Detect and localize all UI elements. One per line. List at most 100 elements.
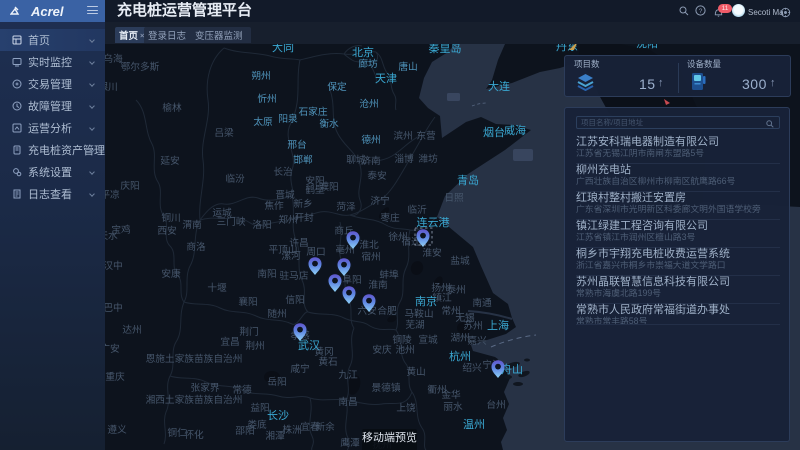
svg-text:银川: 银川 <box>105 80 118 93</box>
svg-text:丽水: 丽水 <box>443 401 463 413</box>
svg-text:巴中: 巴中 <box>105 301 123 314</box>
svg-text:景德镇: 景德镇 <box>371 381 400 394</box>
svg-text:阳泉: 阳泉 <box>278 112 298 125</box>
svg-text:遵义: 遵义 <box>107 423 127 436</box>
svg-text:信阳: 信阳 <box>285 294 304 306</box>
svg-text:黄山: 黄山 <box>406 365 425 378</box>
svg-text:怀化: 怀化 <box>184 428 204 441</box>
svg-text:衡水: 衡水 <box>319 118 339 130</box>
svg-text:商洛: 商洛 <box>186 240 206 253</box>
svg-text:临汾: 临汾 <box>225 172 245 185</box>
svg-text:宿州: 宿州 <box>361 250 380 263</box>
svg-text:保定: 保定 <box>327 80 347 93</box>
svg-text:湘西土家族苗族自治州: 湘西土家族苗族自治州 <box>146 393 243 406</box>
svg-text:濮阳: 濮阳 <box>319 180 338 193</box>
svg-text:黄石: 黄石 <box>318 355 338 368</box>
svg-text:荆州: 荆州 <box>245 339 264 352</box>
svg-text:济宁: 济宁 <box>370 194 390 207</box>
svg-text:宜昌: 宜昌 <box>220 335 239 348</box>
svg-text:泰安: 泰安 <box>367 169 387 182</box>
svg-text:连云港: 连云港 <box>417 216 450 229</box>
svg-text:西安: 西安 <box>157 224 177 237</box>
svg-text:鹰潭: 鹰潭 <box>340 436 360 449</box>
svg-text:咸宁: 咸宁 <box>290 362 310 375</box>
svg-text:烟台: 烟台 <box>483 125 505 139</box>
svg-text:?: ? <box>699 8 703 15</box>
svg-text:石家庄: 石家庄 <box>298 105 327 118</box>
svg-text:鄂尔多斯: 鄂尔多斯 <box>121 60 160 73</box>
svg-text:杭州: 杭州 <box>449 349 471 363</box>
svg-text:长沙: 长沙 <box>267 409 289 422</box>
svg-text:铜仁: 铜仁 <box>167 427 187 439</box>
svg-text:嘉兴: 嘉兴 <box>467 334 487 347</box>
svg-text:株洲: 株洲 <box>282 423 301 436</box>
svg-text:大连: 大连 <box>488 79 510 93</box>
svg-text:张家界: 张家界 <box>190 381 219 394</box>
svg-text:九江: 九江 <box>338 369 358 381</box>
svg-text:日照: 日照 <box>444 192 464 204</box>
svg-text:南阳: 南阳 <box>257 267 276 280</box>
svg-text:芜湖: 芜湖 <box>405 318 424 331</box>
svg-text:南京: 南京 <box>415 294 437 308</box>
svg-text:平凉: 平凉 <box>105 188 120 201</box>
svg-text:枣庄: 枣庄 <box>380 211 400 224</box>
svg-text:襄阳: 襄阳 <box>238 295 257 308</box>
svg-text:广安: 广安 <box>105 342 120 355</box>
svg-text:淮南: 淮南 <box>368 278 388 291</box>
svg-text:唐山: 唐山 <box>398 60 417 73</box>
svg-text:十堰: 十堰 <box>207 281 227 294</box>
svg-text:池州: 池州 <box>395 343 414 356</box>
svg-text:榆林: 榆林 <box>162 101 182 114</box>
svg-text:东营: 东营 <box>416 129 436 142</box>
svg-text:苏州: 苏州 <box>463 319 482 332</box>
svg-text:淮安: 淮安 <box>422 246 442 259</box>
svg-text:朔州: 朔州 <box>251 69 270 82</box>
svg-text:驻马店: 驻马店 <box>279 269 308 282</box>
svg-text:安庆: 安庆 <box>372 343 392 356</box>
svg-text:北京: 北京 <box>352 45 374 59</box>
svg-text:洛阳: 洛阳 <box>252 218 271 231</box>
svg-text:晋城: 晋城 <box>275 189 295 201</box>
svg-text:南昌: 南昌 <box>338 395 357 408</box>
svg-text:庆阳: 庆阳 <box>120 179 139 192</box>
svg-text:上海: 上海 <box>487 318 509 332</box>
svg-text:威海: 威海 <box>504 123 526 137</box>
svg-text:延安: 延安 <box>160 154 180 167</box>
svg-text:南通: 南通 <box>472 296 492 309</box>
svg-text:武汉: 武汉 <box>298 339 320 352</box>
svg-text:马鞍山: 马鞍山 <box>404 307 433 320</box>
svg-text:开封: 开封 <box>294 211 314 224</box>
svg-text:天津: 天津 <box>375 72 397 85</box>
svg-text:三门峡: 三门峡 <box>216 215 245 228</box>
svg-text:衢州: 衢州 <box>427 384 446 396</box>
svg-text:渭南: 渭南 <box>182 218 202 231</box>
svg-text:达州: 达州 <box>122 324 141 336</box>
svg-text:铜川: 铜川 <box>161 212 180 224</box>
svg-text:岳阳: 岳阳 <box>267 376 286 388</box>
svg-text:安康: 安康 <box>161 267 181 280</box>
svg-text:潍坊: 潍坊 <box>418 152 438 165</box>
svg-text:菏泽: 菏泽 <box>336 201 356 213</box>
svg-text:济南: 济南 <box>361 154 381 167</box>
svg-text:上饶: 上饶 <box>396 401 416 414</box>
svg-text:随州: 随州 <box>267 307 286 320</box>
svg-text:盐城: 盐城 <box>450 254 470 267</box>
svg-text:台州: 台州 <box>486 398 505 411</box>
svg-text:沧州: 沧州 <box>359 97 378 110</box>
svg-text:淮北: 淮北 <box>359 239 379 251</box>
svg-text:温州: 温州 <box>463 418 485 431</box>
svg-text:娄底: 娄底 <box>247 418 267 431</box>
svg-text:新乡: 新乡 <box>293 197 312 210</box>
svg-text:吕梁: 吕梁 <box>214 126 234 139</box>
svg-text:重庆: 重庆 <box>105 370 125 383</box>
svg-text:荆门: 荆门 <box>239 325 258 338</box>
svg-text:周口: 周口 <box>306 246 325 258</box>
svg-text:邢台: 邢台 <box>287 138 306 151</box>
svg-text:汉中: 汉中 <box>105 259 123 272</box>
svg-text:滨州: 滨州 <box>393 129 412 142</box>
svg-text:天水: 天水 <box>105 230 118 242</box>
svg-text:恩施土家族苗族自治州: 恩施土家族苗族自治州 <box>146 352 243 365</box>
svg-text:青岛: 青岛 <box>457 173 479 187</box>
svg-text:长治: 长治 <box>273 165 293 178</box>
svg-text:临沂: 临沂 <box>407 203 427 216</box>
